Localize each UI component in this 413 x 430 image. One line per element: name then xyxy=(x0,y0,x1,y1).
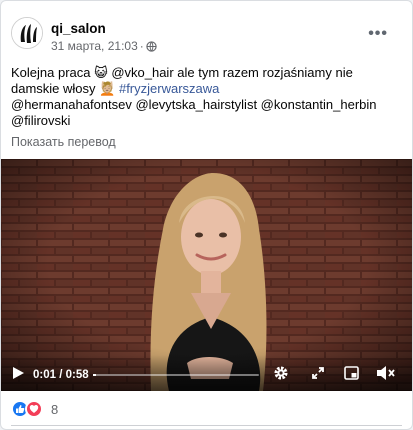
more-icon: ••• xyxy=(368,25,388,42)
volume-button[interactable] xyxy=(376,365,396,386)
seek-bar[interactable] xyxy=(93,374,259,376)
post-author[interactable]: qi_salon xyxy=(51,21,106,36)
fullscreen-icon xyxy=(312,367,324,379)
mentions-line-2[interactable]: @filirovski xyxy=(11,113,70,128)
translate-link[interactable]: Показать перевод xyxy=(11,135,116,149)
post-card: qi_salon 31 марта, 21:03 · ••• Kolejna p… xyxy=(0,0,413,430)
post-text: Kolejna praca 😺 @vko_hair ale tym razem … xyxy=(11,65,403,129)
miniplayer-icon xyxy=(344,366,359,380)
reactions-bar: 8 xyxy=(11,399,58,419)
thumbs-up-glyph xyxy=(16,405,25,413)
heart-glyph xyxy=(29,405,39,413)
footer-divider xyxy=(11,425,402,426)
post-date[interactable]: 31 марта, 21:03 xyxy=(51,39,138,53)
avatar[interactable] xyxy=(11,17,43,49)
reaction-count[interactable]: 8 xyxy=(51,402,58,417)
post-text-part1: Kolejna praca xyxy=(11,65,91,80)
hair-emoji: 💆🏼 xyxy=(99,81,116,96)
play-button[interactable] xyxy=(11,366,25,385)
salon-logo-icon xyxy=(12,18,42,48)
play-icon xyxy=(13,367,24,379)
fullscreen-button[interactable] xyxy=(311,366,325,385)
settings-button[interactable] xyxy=(273,365,289,386)
seek-bar-progress xyxy=(93,374,97,376)
reaction-icons[interactable] xyxy=(11,400,43,418)
post-meta: 31 марта, 21:03 · xyxy=(51,39,157,53)
volume-icon xyxy=(377,366,395,380)
hashtag-link[interactable]: #fryzjerwarszawa xyxy=(119,81,219,96)
video-timecode: 0:01 / 0:58 xyxy=(33,369,89,381)
video-controls: 0:01 / 0:58 xyxy=(1,355,412,391)
love-icon xyxy=(25,400,43,418)
settings-icon xyxy=(274,366,288,380)
more-options-button[interactable]: ••• xyxy=(368,25,388,43)
video-player[interactable]: 0:01 / 0:58 xyxy=(1,159,412,391)
post-header: qi_salon 31 марта, 21:03 · ••• xyxy=(11,15,402,59)
cat-emoji: 😺 xyxy=(94,65,108,80)
globe-icon xyxy=(146,40,157,52)
meta-separator: · xyxy=(139,39,144,53)
mentions-line-1[interactable]: @hermanahafontsev @levytska_hairstylist … xyxy=(11,97,377,112)
miniplayer-button[interactable] xyxy=(344,366,359,385)
